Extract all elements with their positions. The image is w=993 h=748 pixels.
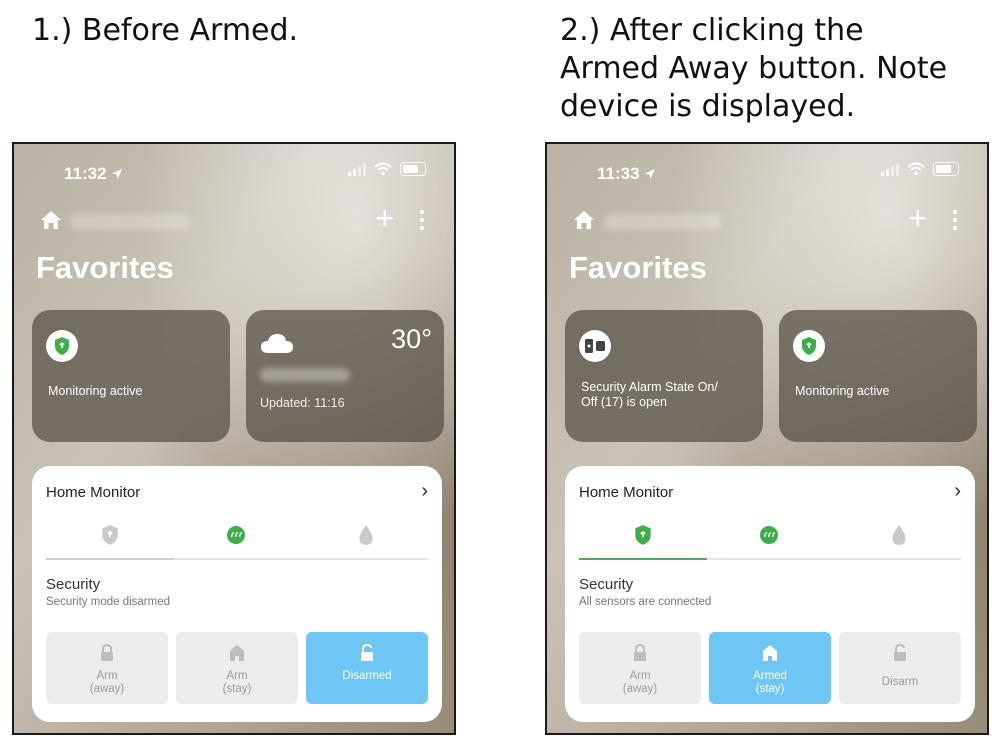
section-title: Security — [579, 576, 634, 593]
battery-icon — [933, 162, 959, 176]
tab-water-leak[interactable] — [356, 524, 376, 546]
tab-security[interactable] — [100, 524, 120, 546]
caption-after-armed: 2.) After clicking the Armed Away button… — [560, 12, 947, 126]
home-monitor-card: Home Monitor › Security All sensors are … — [565, 466, 975, 722]
temperature: 30° — [391, 324, 432, 354]
location-name-redacted — [603, 214, 723, 230]
card-title[interactable]: Home Monitor — [46, 484, 140, 501]
tab-underline — [579, 558, 961, 560]
door-sensor-tile[interactable]: Security Alarm State On/ Off (17) is ope… — [565, 310, 763, 442]
tile-label: Security Alarm State On/ Off (17) is ope… — [581, 380, 718, 409]
tile-label: Monitoring active — [48, 384, 143, 398]
weather-updated: Updated: 11:16 — [260, 396, 345, 410]
status-indicators — [881, 162, 959, 176]
tile-icon-circle — [46, 330, 78, 362]
section-subtitle: All sensors are connected — [579, 596, 712, 608]
tile-label: Monitoring active — [795, 384, 890, 398]
button-label: Arm (stay) — [222, 670, 252, 695]
armed-stay-button[interactable]: Armed (stay) — [709, 632, 831, 704]
tab-underline — [46, 558, 428, 560]
shield-icon — [55, 337, 69, 355]
home-icon[interactable] — [573, 210, 595, 230]
button-label: Arm (away) — [622, 670, 658, 695]
chevron-right-icon[interactable]: › — [421, 480, 428, 503]
button-label: Disarmed — [342, 670, 392, 682]
home-icon[interactable] — [40, 210, 62, 230]
lock-icon — [101, 644, 113, 661]
tile-icon-circle — [793, 330, 825, 362]
door-sensor-icon — [585, 339, 605, 353]
phone-screen-before: 11:32 + Favorites Monitoring active 30° … — [12, 142, 456, 735]
tab-underline-active — [46, 558, 174, 560]
location-arrow-icon — [645, 169, 656, 179]
arm-stay-button[interactable]: Arm (stay) — [176, 632, 298, 704]
monitor-tabs — [46, 524, 428, 560]
section-subtitle: Security mode disarmed — [46, 596, 170, 608]
page-title: Favorites — [569, 250, 707, 285]
status-time-text: 11:32 — [64, 164, 107, 183]
arm-away-button[interactable]: Arm (away) — [46, 632, 168, 704]
unlock-icon — [361, 644, 373, 661]
section-title: Security — [46, 576, 101, 593]
button-label: Arm (away) — [89, 670, 125, 695]
more-options-icon[interactable] — [953, 210, 957, 234]
caption-line-2: Armed Away button. Note — [560, 51, 948, 86]
tab-smoke[interactable] — [226, 524, 246, 546]
arm-away-button[interactable]: Arm (away) — [579, 632, 701, 704]
add-button[interactable]: + — [375, 200, 394, 237]
monitoring-tile[interactable]: Monitoring active — [32, 310, 230, 442]
tab-water-leak[interactable] — [889, 524, 909, 546]
shield-icon — [802, 337, 816, 355]
caption-line-1: 2.) After clicking the — [560, 13, 864, 48]
home-monitor-card: Home Monitor › Security Security mode di… — [32, 466, 442, 722]
weather-location-redacted — [260, 368, 350, 382]
tab-smoke[interactable] — [759, 524, 779, 546]
wifi-icon — [907, 162, 925, 176]
location-name-redacted — [70, 214, 190, 230]
phone-screen-after: 11:33 + Favorites Security Alarm State O… — [545, 142, 989, 735]
tile-icon-circle — [579, 330, 611, 362]
button-label: Armed (stay) — [753, 670, 787, 695]
wifi-icon — [374, 162, 392, 176]
status-indicators — [348, 162, 426, 176]
caption-line-3: device is displayed. — [560, 89, 856, 124]
caption-before-armed: 1.) Before Armed. — [32, 13, 299, 48]
button-label: Disarm — [881, 676, 919, 688]
page-title: Favorites — [36, 250, 174, 285]
tab-security[interactable] — [633, 524, 653, 546]
card-title[interactable]: Home Monitor — [579, 484, 673, 501]
location-arrow-icon — [112, 169, 123, 179]
battery-icon — [400, 162, 426, 176]
monitor-tabs — [579, 524, 961, 560]
unlock-icon — [894, 644, 906, 661]
chevron-right-icon[interactable]: › — [954, 480, 961, 503]
weather-tile[interactable]: 30° Updated: 11:16 — [246, 310, 444, 442]
signal-icon — [881, 162, 899, 176]
disarm-button[interactable]: Disarm — [839, 632, 961, 704]
monitoring-tile[interactable]: Monitoring active — [779, 310, 977, 442]
status-time: 11:32 — [64, 164, 123, 184]
signal-icon — [348, 162, 366, 176]
home-icon — [763, 645, 777, 661]
status-time-text: 11:33 — [597, 164, 640, 183]
cloud-icon — [261, 334, 293, 353]
status-time: 11:33 — [597, 164, 656, 184]
lock-icon — [634, 644, 646, 661]
tab-underline-active — [579, 558, 707, 560]
add-button[interactable]: + — [908, 200, 927, 237]
more-options-icon[interactable] — [420, 210, 424, 234]
disarmed-button[interactable]: Disarmed — [306, 632, 428, 704]
home-icon — [230, 645, 244, 661]
